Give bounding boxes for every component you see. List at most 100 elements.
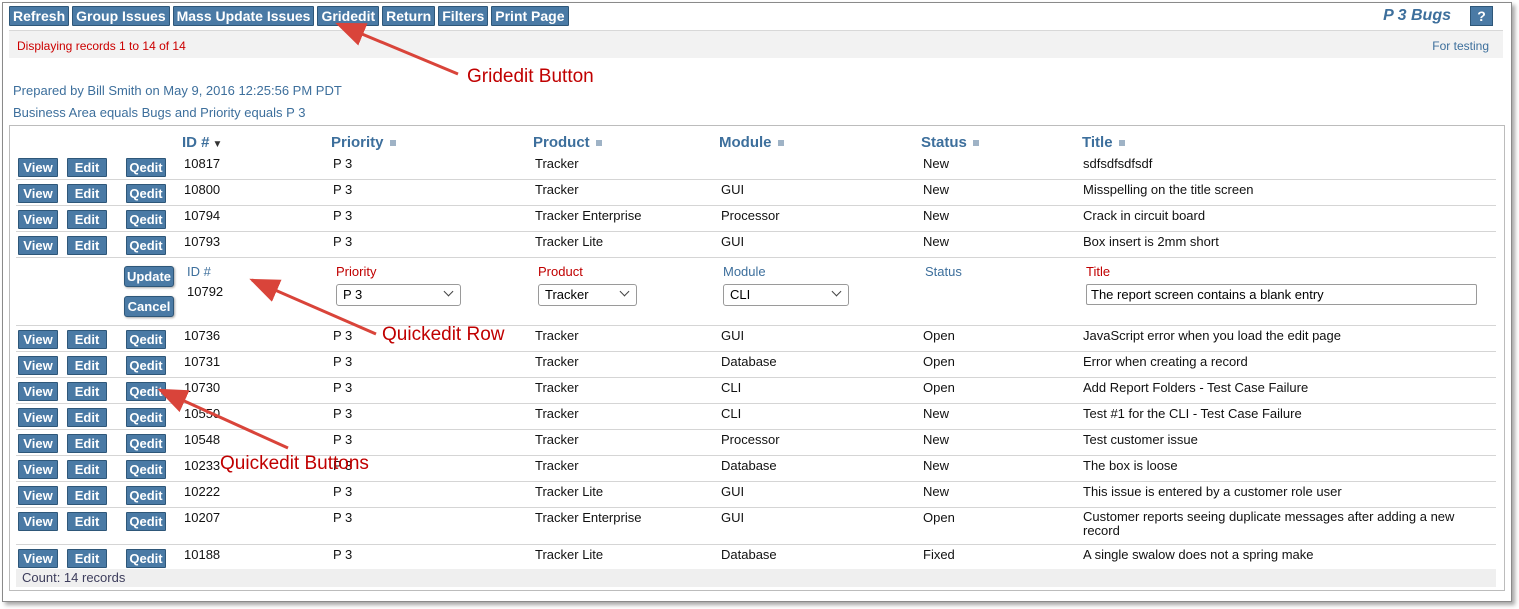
help-button[interactable]: ?: [1470, 6, 1493, 26]
edit-button[interactable]: Edit: [67, 434, 107, 453]
update-button[interactable]: Update: [124, 266, 174, 287]
edit-button[interactable]: Edit: [67, 460, 107, 479]
view-button[interactable]: View: [18, 184, 58, 203]
qedit-button[interactable]: Qedit: [126, 460, 166, 479]
cell-product: Tracker: [535, 432, 579, 447]
cell-product: Tracker: [535, 406, 579, 421]
view-button[interactable]: View: [18, 330, 58, 349]
priority-select[interactable]: P 3: [336, 284, 461, 306]
qedit-button[interactable]: Qedit: [126, 158, 166, 177]
cell-status: New: [923, 406, 950, 421]
qedit-button[interactable]: Qedit: [126, 330, 166, 349]
cell-priority: P 3: [333, 156, 353, 171]
cell-id: 10548: [184, 432, 221, 447]
table-row: View Edit Qedit 10800 P 3 Tracker GUI New Misspe…: [16, 180, 1496, 206]
quickedit-id-value: 10792: [187, 284, 224, 299]
cell-title: Crack in circuit board: [1083, 208, 1206, 223]
chevron-down-icon: [619, 286, 630, 297]
cell-id: 10222: [184, 484, 221, 499]
column-header-module[interactable]: Module: [719, 134, 784, 151]
cell-priority: P 3: [333, 380, 353, 395]
gridedit-button[interactable]: Gridedit: [317, 6, 380, 26]
column-header-title[interactable]: Title: [1082, 134, 1125, 151]
qedit-button[interactable]: Qedit: [126, 382, 166, 401]
gridedit-annotation: Gridedit Button: [467, 66, 594, 87]
cell-product: Tracker: [535, 354, 579, 369]
report-window: Refresh Group Issues Mass Update Issues …: [2, 2, 1512, 602]
edit-button[interactable]: Edit: [67, 382, 107, 401]
column-header-id[interactable]: ID # ▼: [182, 134, 222, 151]
cell-module: GUI: [721, 510, 745, 525]
qedit-button[interactable]: Qedit: [126, 434, 166, 453]
info-bar: Displaying records 1 to 14 of 14 For tes…: [9, 30, 1503, 58]
title-input[interactable]: The report screen contains a blank entry: [1086, 284, 1477, 305]
view-button[interactable]: View: [18, 434, 58, 453]
quickedit-title-label: Title: [1086, 264, 1111, 279]
quickedit-module-label: Module: [723, 264, 766, 279]
view-button[interactable]: View: [18, 486, 58, 505]
view-button[interactable]: View: [18, 460, 58, 479]
view-button[interactable]: View: [18, 210, 58, 229]
sort-icon: [1118, 140, 1125, 147]
product-select[interactable]: Tracker: [538, 284, 637, 306]
edit-button[interactable]: Edit: [67, 512, 107, 531]
edit-button[interactable]: Edit: [67, 210, 107, 229]
edit-button[interactable]: Edit: [67, 356, 107, 375]
edit-button[interactable]: Edit: [67, 408, 107, 427]
cell-product: Tracker Lite: [535, 547, 604, 562]
mass-update-issues-button[interactable]: Mass Update Issues: [172, 6, 315, 26]
cell-priority: P 3: [333, 432, 353, 447]
column-header-product[interactable]: Product: [533, 134, 602, 151]
quickedit-row: Update Cancel ID # 10792 Priority P 3 Pr…: [16, 258, 1496, 326]
edit-button[interactable]: Edit: [67, 184, 107, 203]
qedit-button[interactable]: Qedit: [126, 210, 166, 229]
cell-module: Database: [721, 354, 777, 369]
cell-module: GUI: [721, 484, 745, 499]
edit-button[interactable]: Edit: [67, 236, 107, 255]
edit-button[interactable]: Edit: [67, 330, 107, 349]
qedit-button[interactable]: Qedit: [126, 236, 166, 255]
column-header-priority[interactable]: Priority: [331, 134, 396, 151]
cell-priority: P 3: [333, 234, 353, 249]
cell-status: New: [923, 234, 950, 249]
qedit-button[interactable]: Qedit: [126, 184, 166, 203]
view-button[interactable]: View: [18, 236, 58, 255]
report-title: P 3 Bugs: [1383, 7, 1451, 24]
cancel-button[interactable]: Cancel: [124, 296, 174, 317]
print-page-button[interactable]: Print Page: [491, 6, 569, 26]
cell-status: New: [923, 432, 950, 447]
edit-button[interactable]: Edit: [67, 158, 107, 177]
cell-status: New: [923, 484, 950, 499]
view-button[interactable]: View: [18, 382, 58, 401]
view-button[interactable]: View: [18, 549, 58, 568]
qedit-button[interactable]: Qedit: [126, 356, 166, 375]
qedit-button[interactable]: Qedit: [126, 408, 166, 427]
table-row: View Edit Qedit 10817 P 3 Tracker New sdfsdfsdf…: [16, 154, 1496, 180]
view-button[interactable]: View: [18, 356, 58, 375]
view-button[interactable]: View: [18, 158, 58, 177]
quickedit-product-label: Product: [538, 264, 583, 279]
cell-status: New: [923, 208, 950, 223]
edit-button[interactable]: Edit: [67, 549, 107, 568]
view-button[interactable]: View: [18, 408, 58, 427]
return-button[interactable]: Return: [382, 6, 436, 26]
view-button[interactable]: View: [18, 512, 58, 531]
qedit-button[interactable]: Qedit: [126, 512, 166, 531]
group-issues-button[interactable]: Group Issues: [72, 6, 170, 26]
table-row: View Edit Qedit 10730 P 3 Tracker CLI Open Add R…: [16, 378, 1496, 404]
column-header-status[interactable]: Status: [921, 134, 979, 151]
module-select[interactable]: CLI: [723, 284, 849, 306]
cell-priority: P 3: [333, 354, 353, 369]
cell-status: Open: [923, 510, 955, 525]
refresh-button[interactable]: Refresh: [9, 6, 70, 26]
table-row: View Edit Qedit 10222 P 3 Tracker Lite GUI New T…: [16, 482, 1496, 508]
cell-id: 10188: [184, 547, 221, 562]
edit-button[interactable]: Edit: [67, 486, 107, 505]
qedit-button[interactable]: Qedit: [126, 549, 166, 568]
cell-title: Misspelling on the title screen: [1083, 182, 1254, 197]
cell-title: Test #1 for the CLI - Test Case Failure: [1083, 406, 1302, 421]
qedit-button[interactable]: Qedit: [126, 486, 166, 505]
toolbar: Refresh Group Issues Mass Update Issues …: [9, 6, 569, 26]
cell-title: Error when creating a record: [1083, 354, 1248, 369]
filters-button[interactable]: Filters: [438, 6, 489, 26]
